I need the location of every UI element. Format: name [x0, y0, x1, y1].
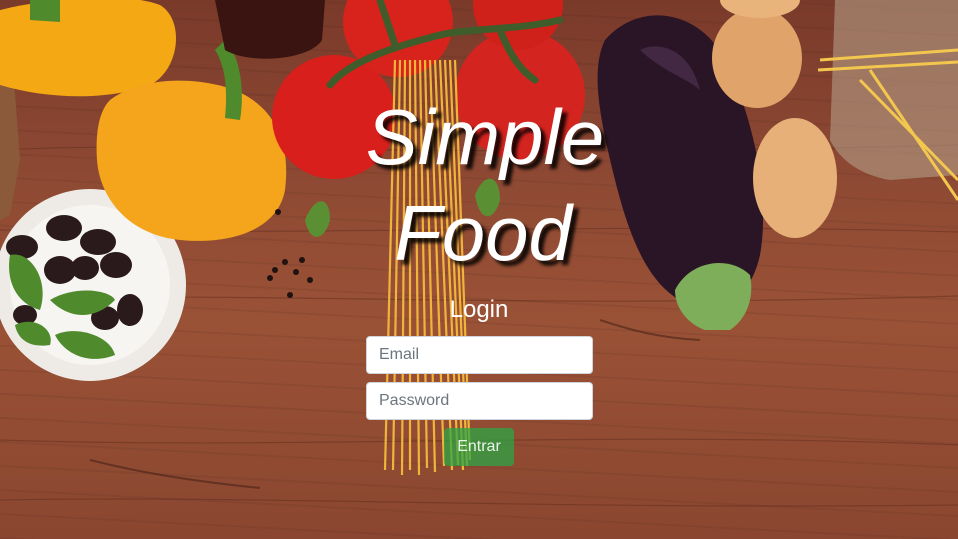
wine-bottle: [215, 0, 325, 59]
email-input[interactable]: [366, 336, 593, 374]
login-heading: Login: [449, 296, 509, 323]
yellow-pepper-top: [0, 0, 176, 97]
login-submit-button[interactable]: Entrar: [444, 428, 514, 466]
app-title-line1: Simple: [365, 93, 605, 181]
onion: [712, 8, 802, 108]
password-input[interactable]: [366, 382, 593, 420]
app-title-line2: Food: [394, 189, 572, 277]
